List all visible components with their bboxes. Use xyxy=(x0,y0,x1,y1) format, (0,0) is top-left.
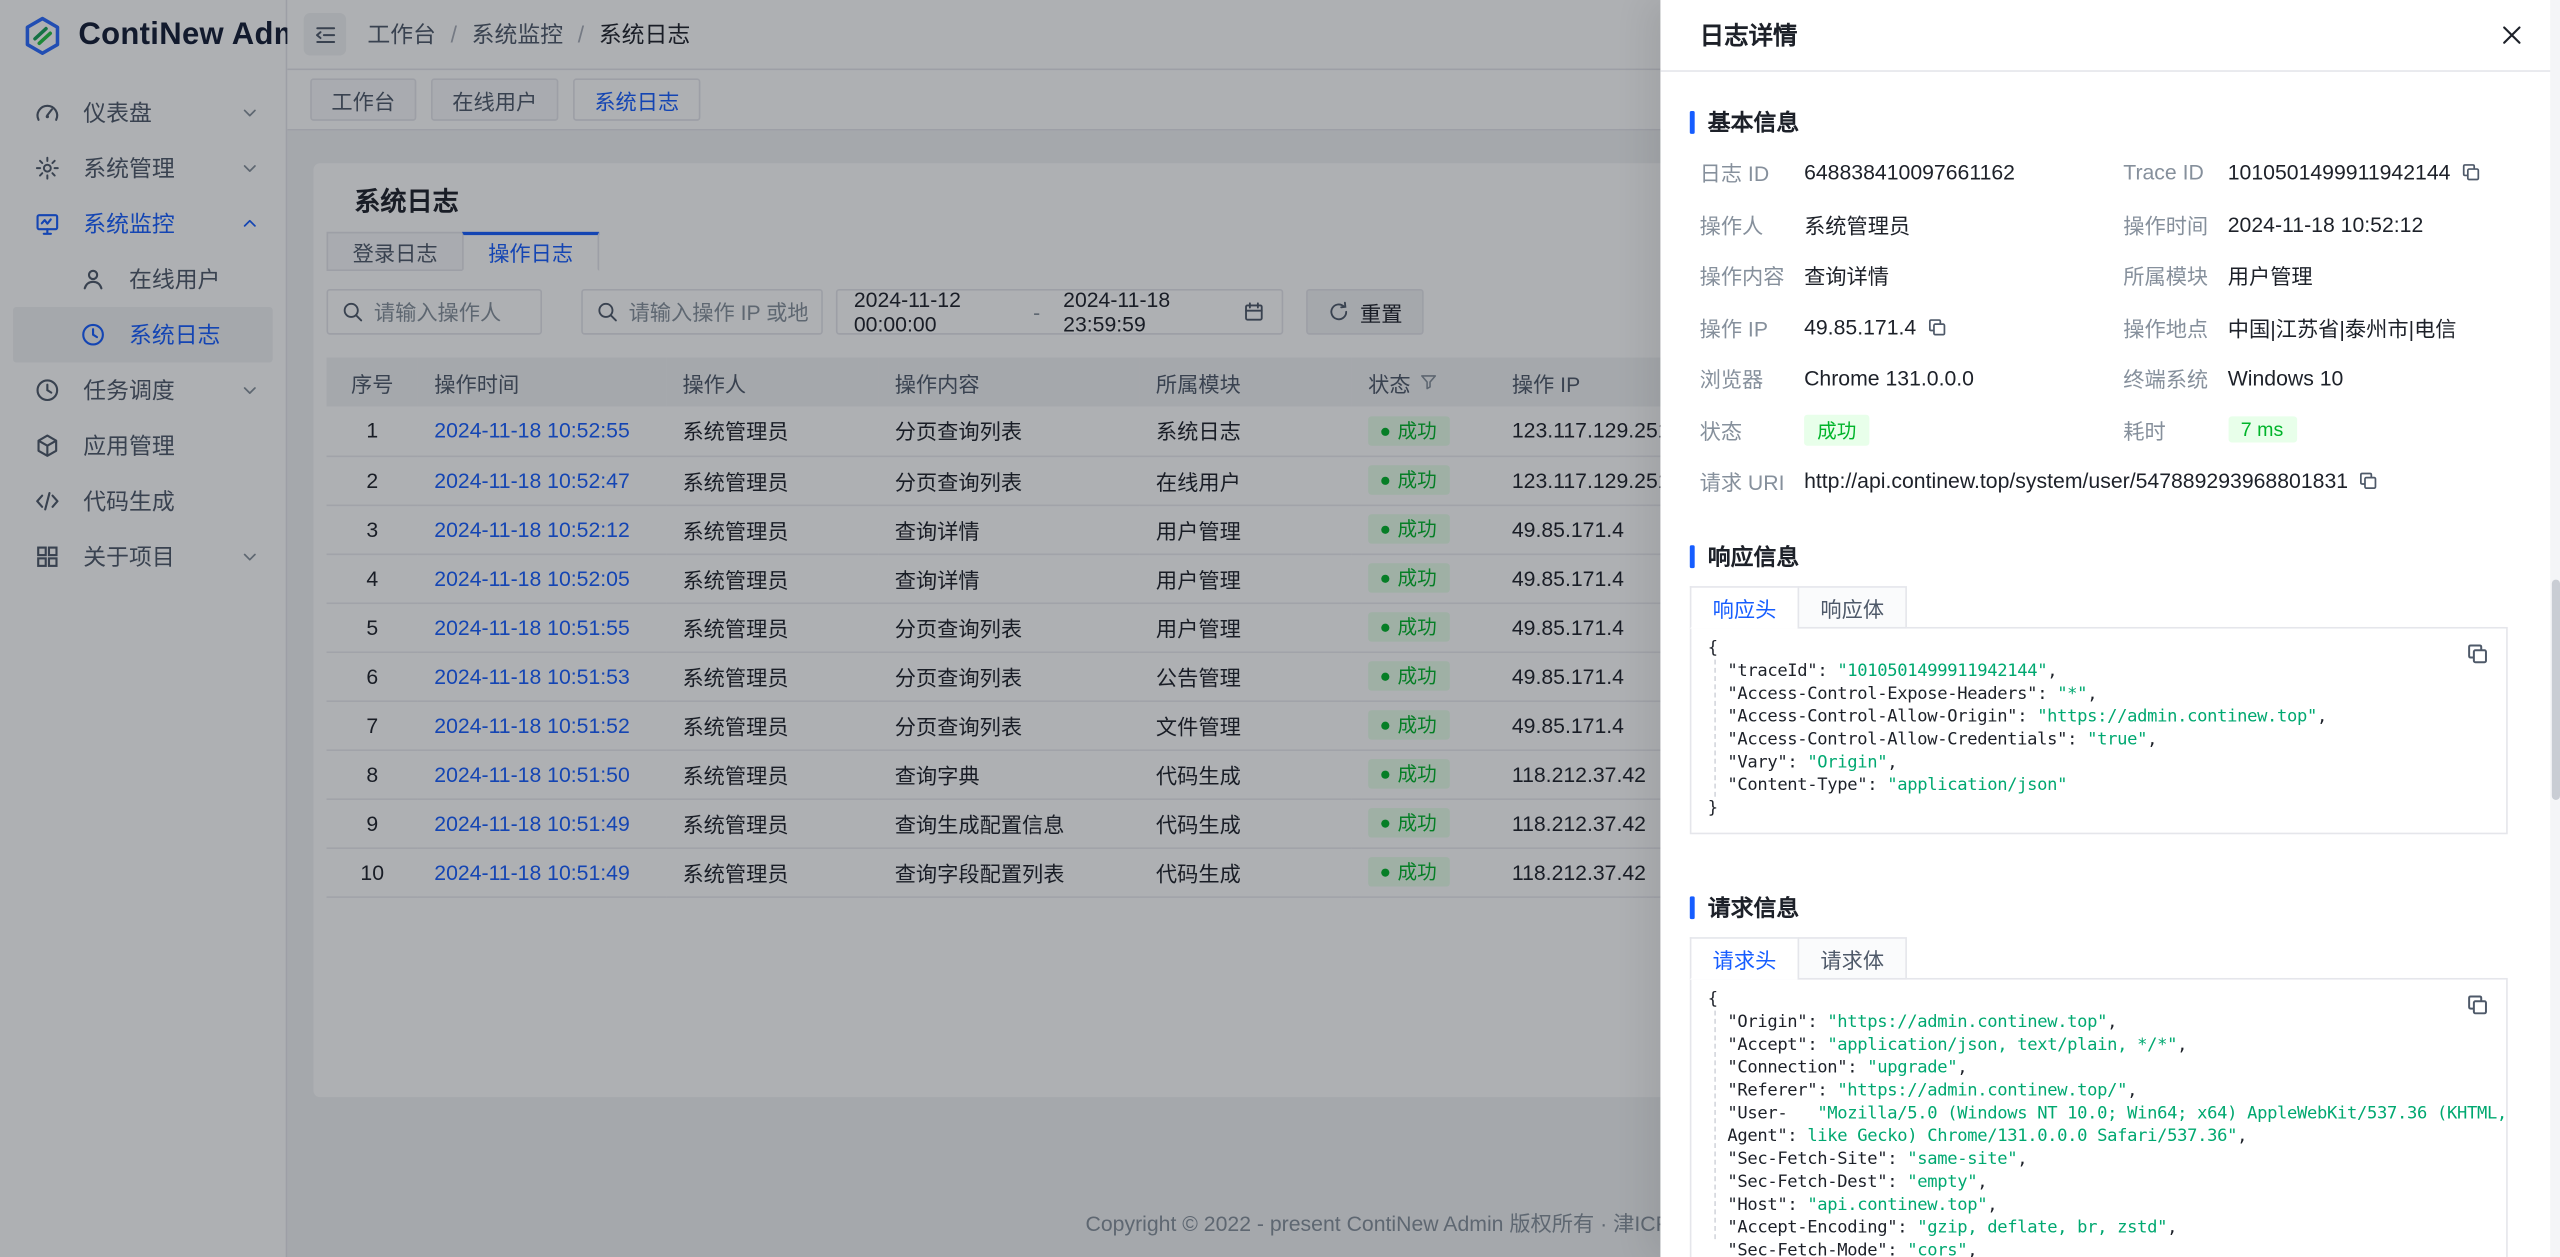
field-value: 中国|江苏省|泰州市|电信 xyxy=(2228,311,2457,342)
copy-icon[interactable] xyxy=(2465,993,2489,1017)
field-value: 查询详情 xyxy=(1804,260,1889,291)
code-line: "Connection": "upgrade", xyxy=(1708,1056,2490,1079)
code-line: "traceId": "1010501499911942144", xyxy=(1708,660,2490,683)
field-label: 操作内容 xyxy=(1700,260,1795,291)
field-value: 1010501499911942144 xyxy=(2228,160,2451,184)
indent-guide xyxy=(1714,1011,1716,1240)
field-value: 系统管理员 xyxy=(1804,208,1910,239)
code-line: } xyxy=(1708,797,2490,820)
code-line: "User- "Mozilla/5.0 (Windows NT 10.0; Wi… xyxy=(1708,1102,2490,1125)
detail-field: 操作内容查询详情 xyxy=(1700,260,2098,291)
code-line: "Sec-Fetch-Site": "same-site", xyxy=(1708,1148,2490,1171)
detail-field: 状态成功 xyxy=(1700,414,2098,445)
code-line: { xyxy=(1708,637,2490,660)
field-label: 浏览器 xyxy=(1700,362,1795,393)
detail-field: 日志 ID 648838410097661162 xyxy=(1700,157,2098,188)
request-tabs: 请求头请求体 xyxy=(1690,937,2508,978)
close-icon[interactable] xyxy=(2495,19,2528,52)
field-value-badge: 成功 xyxy=(1804,414,1869,445)
copy-icon[interactable] xyxy=(2358,470,2379,491)
code-line: "Access-Control-Allow-Credentials": "tru… xyxy=(1708,728,2490,751)
code-line: "Vary": "Origin", xyxy=(1708,751,2490,774)
code-line: "Origin": "https://admin.continew.top", xyxy=(1708,1011,2490,1034)
field-value: 49.85.171.4 xyxy=(1804,314,1916,338)
request-headers-code: {"Origin": "https://admin.continew.top",… xyxy=(1690,978,2508,1257)
code-line: "Accept": "application/json, text/plain,… xyxy=(1708,1033,2490,1056)
field-label: 所属模块 xyxy=(2123,260,2218,291)
request-tab[interactable]: 请求体 xyxy=(1798,937,1907,979)
detail-field: 终端系统 Windows 10 xyxy=(2123,362,2521,393)
copy-icon[interactable] xyxy=(2465,642,2489,666)
field-value: 用户管理 xyxy=(2228,260,2313,291)
code-line: "Access-Control-Expose-Headers": "*", xyxy=(1708,682,2490,705)
response-tab[interactable]: 响应头 xyxy=(1690,586,1799,628)
code-line: "Content-Type": "application/json" xyxy=(1708,774,2490,797)
response-tabs: 响应头响应体 xyxy=(1690,586,2508,627)
field-label: 操作人 xyxy=(1700,208,1795,239)
field-value: Chrome 131.0.0.0 xyxy=(1804,366,1974,390)
code-line: "Referer": "https://admin.continew.top/"… xyxy=(1708,1079,2490,1102)
field-value: 2024-11-18 10:52:12 xyxy=(2228,211,2424,235)
code-line: "Host": "api.continew.top", xyxy=(1708,1193,2490,1216)
drawer-header: 日志详情 xyxy=(1660,0,2560,72)
log-detail-drawer: 日志详情 基本信息 日志 ID 648838410097661162 Trace I… xyxy=(1660,0,2560,1257)
section-response-title: 响应信息 xyxy=(1690,542,2521,570)
detail-field: Trace ID 1010501499911942144 xyxy=(2123,157,2521,188)
detail-field: 操作人系统管理员 xyxy=(1700,208,2098,239)
code-line: "Sec-Fetch-Mode": "cors", xyxy=(1708,1239,2490,1257)
basic-info-fields: 日志 ID 648838410097661162 Trace ID 101050149… xyxy=(1700,157,2521,497)
section-basic-info-title: 基本信息 xyxy=(1690,108,2521,136)
code-line: "Sec-Fetch-Dest": "empty", xyxy=(1708,1171,2490,1194)
detail-field: 操作地点中国|江苏省|泰州市|电信 xyxy=(2123,311,2521,342)
code-line: Agent": like Gecko) Chrome/131.0.0.0 Saf… xyxy=(1708,1125,2490,1148)
copy-icon[interactable] xyxy=(2460,162,2481,183)
section-request-title: 请求信息 xyxy=(1690,893,2521,921)
field-value-badge: 7 ms xyxy=(2228,416,2297,442)
section-marker xyxy=(1690,896,1695,919)
drawer-title: 日志详情 xyxy=(1700,18,1798,52)
field-label: 操作地点 xyxy=(2123,311,2218,342)
section-marker xyxy=(1690,544,1695,567)
request-tab[interactable]: 请求头 xyxy=(1690,937,1799,979)
response-headers-code: {"traceId": "1010501499911942144","Acces… xyxy=(1690,627,2508,834)
field-value: 648838410097661162 xyxy=(1804,160,2015,184)
response-tab[interactable]: 响应体 xyxy=(1798,586,1907,628)
detail-field: 浏览器 Chrome 131.0.0.0 xyxy=(1700,362,2098,393)
field-label: 状态 xyxy=(1700,414,1795,445)
drawer-body: 基本信息 日志 ID 648838410097661162 Trace ID 1010… xyxy=(1660,72,2560,1257)
indent-guide xyxy=(1714,660,1716,797)
copy-icon[interactable] xyxy=(1926,316,1947,337)
detail-field: 耗时 7 ms xyxy=(2123,414,2521,445)
field-label: 耗时 xyxy=(2123,414,2218,445)
scrollbar-thumb[interactable] xyxy=(2551,580,2559,800)
field-label: 操作 IP xyxy=(1700,311,1795,342)
drawer-scrollbar xyxy=(2550,0,2560,1257)
field-label: 操作时间 xyxy=(2123,208,2218,239)
field-label: 日志 ID xyxy=(1700,157,1795,188)
code-line: "Accept-Encoding": "gzip, deflate, br, z… xyxy=(1708,1216,2490,1239)
code-line: "Access-Control-Allow-Origin": "https://… xyxy=(1708,705,2490,728)
field-label: Trace ID xyxy=(2123,160,2218,184)
section-marker xyxy=(1690,110,1695,133)
detail-field: 所属模块用户管理 xyxy=(2123,260,2521,291)
app-viewport: ContiNew Admin 仪表盘系统管理系统监控在线用户系统日志任务调度应用… xyxy=(0,0,2560,1257)
detail-field: 操作时间 2024-11-18 10:52:12 xyxy=(2123,208,2521,239)
code-line: { xyxy=(1708,988,2490,1011)
detail-field: 请求 URI http://api.continew.top/system/use… xyxy=(1700,465,2521,496)
field-value: Windows 10 xyxy=(2228,366,2344,390)
detail-field: 操作 IP 49.85.171.4 xyxy=(1700,311,2098,342)
field-value: http://api.continew.top/system/user/5478… xyxy=(1804,469,2348,493)
field-label: 请求 URI xyxy=(1700,465,1795,496)
field-label: 终端系统 xyxy=(2123,362,2218,393)
